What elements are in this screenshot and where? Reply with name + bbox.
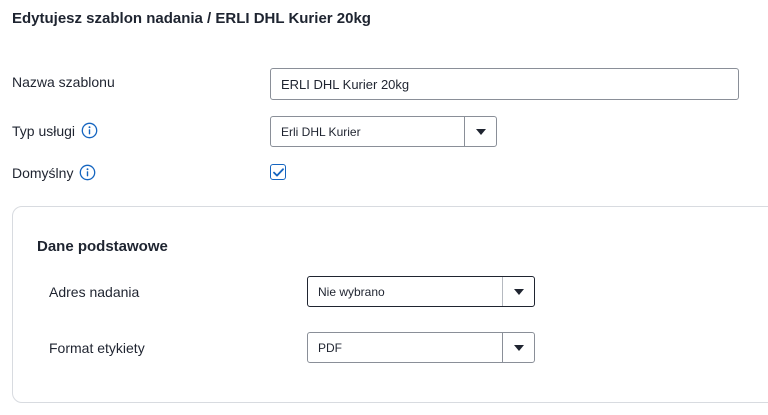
default-label-row: Domyślny: [12, 164, 96, 181]
basic-data-title: Dane podstawowe: [37, 238, 168, 255]
service-type-select[interactable]: Erli DHL Kurier: [270, 116, 497, 147]
page-title: Edytujesz szablon nadania / ERLI DHL Kur…: [12, 10, 371, 27]
label-format-label: Format etykiety: [49, 340, 145, 356]
sender-address-label: Adres nadania: [49, 284, 140, 300]
template-name-input[interactable]: [270, 68, 739, 100]
chevron-down-icon[interactable]: [464, 117, 496, 146]
service-type-label-row: Typ usługi: [12, 122, 98, 139]
chevron-down-icon[interactable]: [502, 333, 534, 362]
sender-address-select[interactable]: Nie wybrano: [307, 276, 535, 307]
info-circle-icon[interactable]: [79, 164, 96, 181]
sender-address-value: Nie wybrano: [318, 284, 385, 299]
service-type-label: Typ usługi: [12, 122, 76, 139]
checkmark-icon: [272, 167, 284, 177]
label-format-select[interactable]: PDF: [307, 332, 535, 363]
label-format-value: PDF: [318, 340, 342, 355]
template-name-label-row: Nazwa szablonu: [12, 74, 115, 90]
template-name-label: Nazwa szablonu: [12, 74, 115, 90]
default-checkbox[interactable]: [270, 164, 286, 180]
info-circle-icon[interactable]: [81, 122, 98, 139]
default-label: Domyślny: [12, 164, 74, 181]
basic-data-panel: Dane podstawowe Adres nadania Nie wybran…: [12, 206, 768, 403]
service-type-value: Erli DHL Kurier: [281, 124, 361, 139]
chevron-down-icon[interactable]: [502, 277, 534, 306]
